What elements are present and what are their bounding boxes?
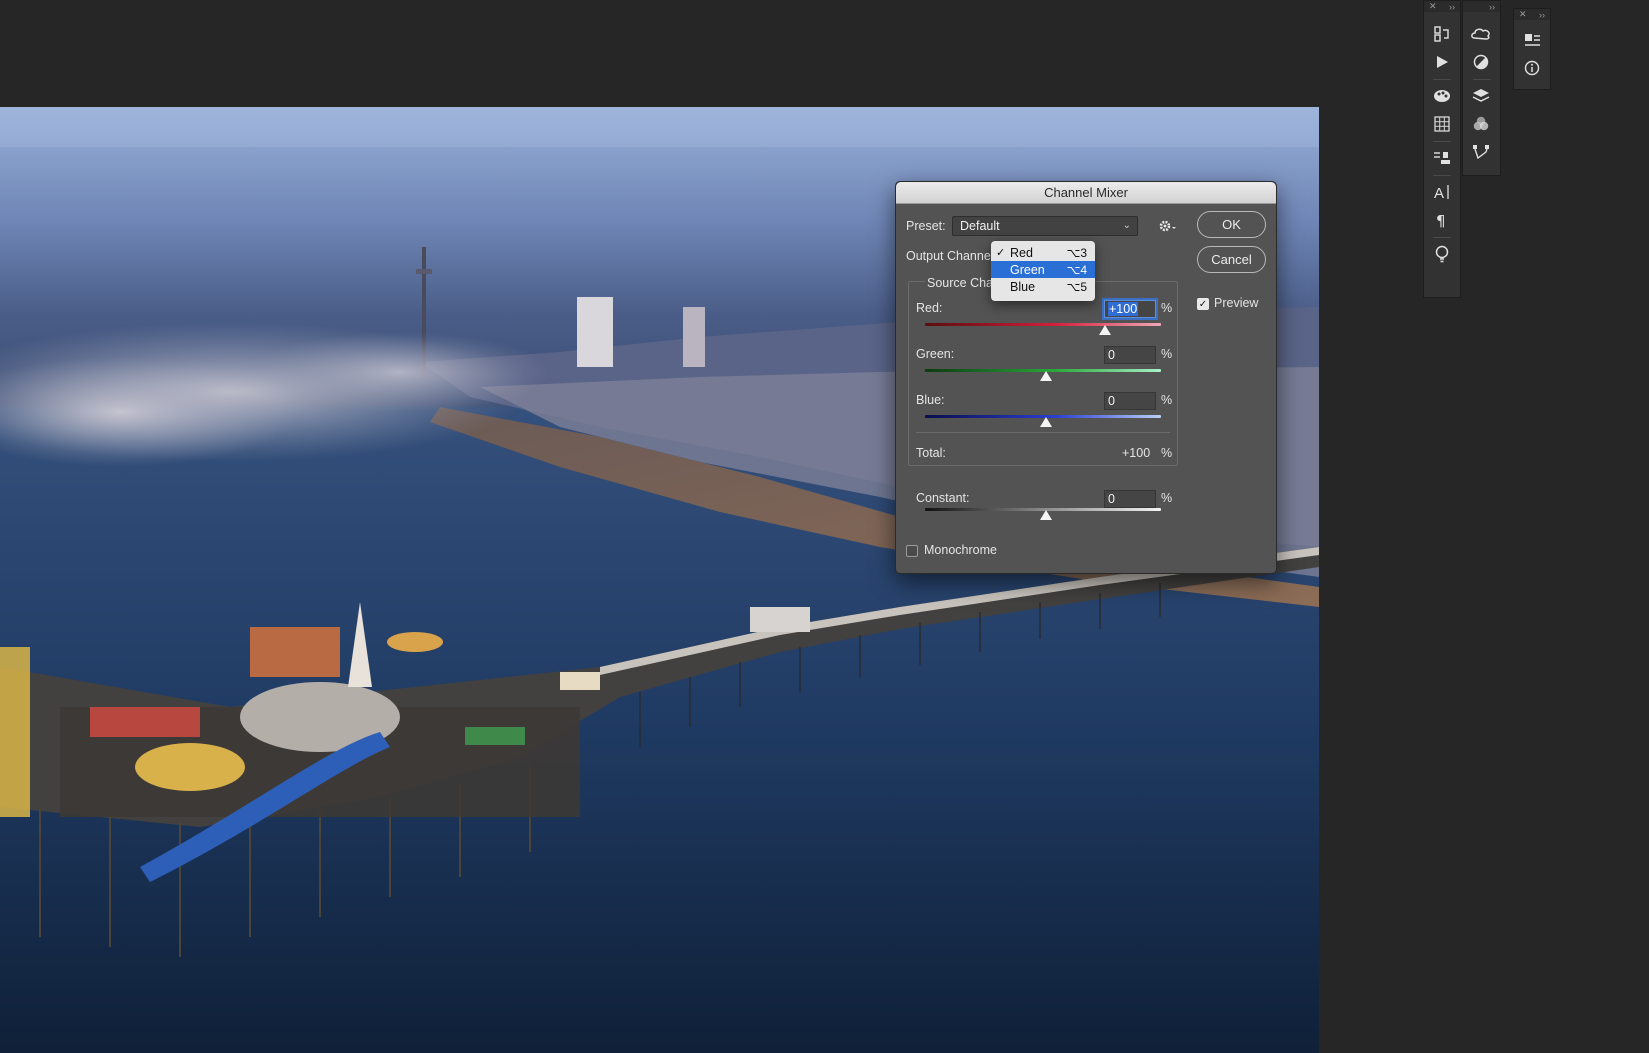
percent-symbol: % <box>1161 393 1173 407</box>
chevron-down-icon: ⌄ <box>1122 220 1131 231</box>
green-value-field[interactable]: 0 <box>1104 346 1156 364</box>
total-divider <box>916 432 1170 433</box>
menu-item-label: Blue <box>1010 279 1036 294</box>
paths-icon[interactable] <box>1463 138 1499 166</box>
percent-symbol: % <box>1161 301 1173 315</box>
preset-label: Preset: <box>906 219 946 233</box>
channel-mixer-dialog: Channel Mixer Preset: Default ⌄ OK Cance… <box>895 181 1277 574</box>
percent-symbol: % <box>1161 347 1173 361</box>
panel-dock-column-2: ›› <box>1462 0 1501 176</box>
percent-symbol: % <box>1161 491 1173 505</box>
adjustments-icon[interactable] <box>1463 48 1499 76</box>
blue-value-field[interactable]: 0 <box>1104 392 1156 410</box>
tool-presets-icon[interactable] <box>1424 144 1460 172</box>
info-icon[interactable] <box>1514 54 1550 82</box>
blue-value: 0 <box>1108 394 1115 408</box>
checkmark-icon: ✓ <box>996 247 1006 259</box>
swatches-grid-icon[interactable] <box>1424 110 1460 138</box>
preset-select[interactable]: Default ⌄ <box>952 216 1138 236</box>
blue-label: Blue: <box>916 393 945 407</box>
preset-options-gear-icon[interactable] <box>1158 218 1178 234</box>
green-value: 0 <box>1108 348 1115 362</box>
menu-item-red[interactable]: ✓ Red ⌥3 <box>991 244 1095 261</box>
close-icon[interactable]: ✕ <box>1429 1 1437 12</box>
total-value: +100 <box>1122 446 1151 460</box>
history-icon[interactable] <box>1424 20 1460 48</box>
paragraph-icon[interactable]: ¶ <box>1424 206 1460 234</box>
character-icon[interactable]: A <box>1424 178 1460 206</box>
constant-value: 0 <box>1108 492 1115 506</box>
panel-dock-header: ✕ ›› <box>1514 9 1550 20</box>
blue-slider-thumb[interactable] <box>1040 417 1052 427</box>
menu-item-label: Green <box>1010 262 1045 277</box>
collapse-icon[interactable]: ›› <box>1449 2 1455 12</box>
dialog-title[interactable]: Channel Mixer <box>896 182 1276 204</box>
percent-symbol: % <box>1161 446 1173 460</box>
output-channel-label: Output Channe <box>906 249 991 263</box>
red-value: +100 <box>1108 302 1139 316</box>
source-channels-label: Source Cha <box>925 276 996 290</box>
constant-slider-thumb[interactable] <box>1040 510 1052 520</box>
panel-dock-header: ✕ ›› <box>1424 1 1460 12</box>
collapse-icon[interactable]: ›› <box>1539 10 1545 20</box>
libraries-icon[interactable] <box>1463 20 1499 48</box>
menu-item-green[interactable]: Green ⌥4 <box>991 261 1095 278</box>
collapse-icon[interactable]: ›› <box>1489 2 1495 12</box>
channels-icon[interactable] <box>1463 110 1499 138</box>
actions-play-icon[interactable] <box>1424 48 1460 76</box>
close-icon[interactable]: ✕ <box>1519 9 1527 20</box>
panel-dock-column-3: ✕ ›› <box>1513 8 1551 90</box>
monochrome-label: Monochrome <box>924 543 997 557</box>
red-value-field[interactable]: +100 <box>1104 300 1156 318</box>
svg-text:¶: ¶ <box>1436 212 1446 228</box>
panel-dock-header: ›› <box>1463 1 1500 12</box>
ok-button[interactable]: OK <box>1197 211 1266 238</box>
menu-item-blue[interactable]: Blue ⌥5 <box>991 278 1095 295</box>
learn-bulb-icon[interactable] <box>1424 240 1460 268</box>
cancel-button[interactable]: Cancel <box>1197 246 1266 273</box>
green-label: Green: <box>916 347 955 361</box>
menu-item-shortcut: ⌥5 <box>1066 279 1087 294</box>
total-label: Total: <box>916 446 946 460</box>
output-channel-menu: ✓ Red ⌥3 Green ⌥4 Blue ⌥5 <box>991 241 1095 301</box>
monochrome-checkbox[interactable] <box>906 545 918 557</box>
red-label: Red: <box>916 301 943 315</box>
preset-value: Default <box>960 219 1000 233</box>
layers-icon[interactable] <box>1463 82 1499 110</box>
red-slider-track[interactable] <box>925 323 1161 326</box>
menu-item-shortcut: ⌥4 <box>1066 262 1087 277</box>
preview-checkbox[interactable]: ✓ <box>1197 298 1209 310</box>
constant-value-field[interactable]: 0 <box>1104 490 1156 508</box>
glyphs-icon[interactable] <box>1514 26 1550 54</box>
panel-dock-column-1: ✕ ›› A ¶ <box>1423 0 1461 298</box>
constant-label: Constant: <box>916 491 970 505</box>
menu-item-shortcut: ⌥3 <box>1066 245 1087 260</box>
red-slider-thumb[interactable] <box>1099 325 1111 335</box>
preview-label: Preview <box>1214 296 1259 310</box>
color-palette-icon[interactable] <box>1424 82 1460 110</box>
green-slider-thumb[interactable] <box>1040 371 1052 381</box>
menu-item-label: Red <box>1010 245 1033 260</box>
svg-text:A: A <box>1434 185 1444 200</box>
